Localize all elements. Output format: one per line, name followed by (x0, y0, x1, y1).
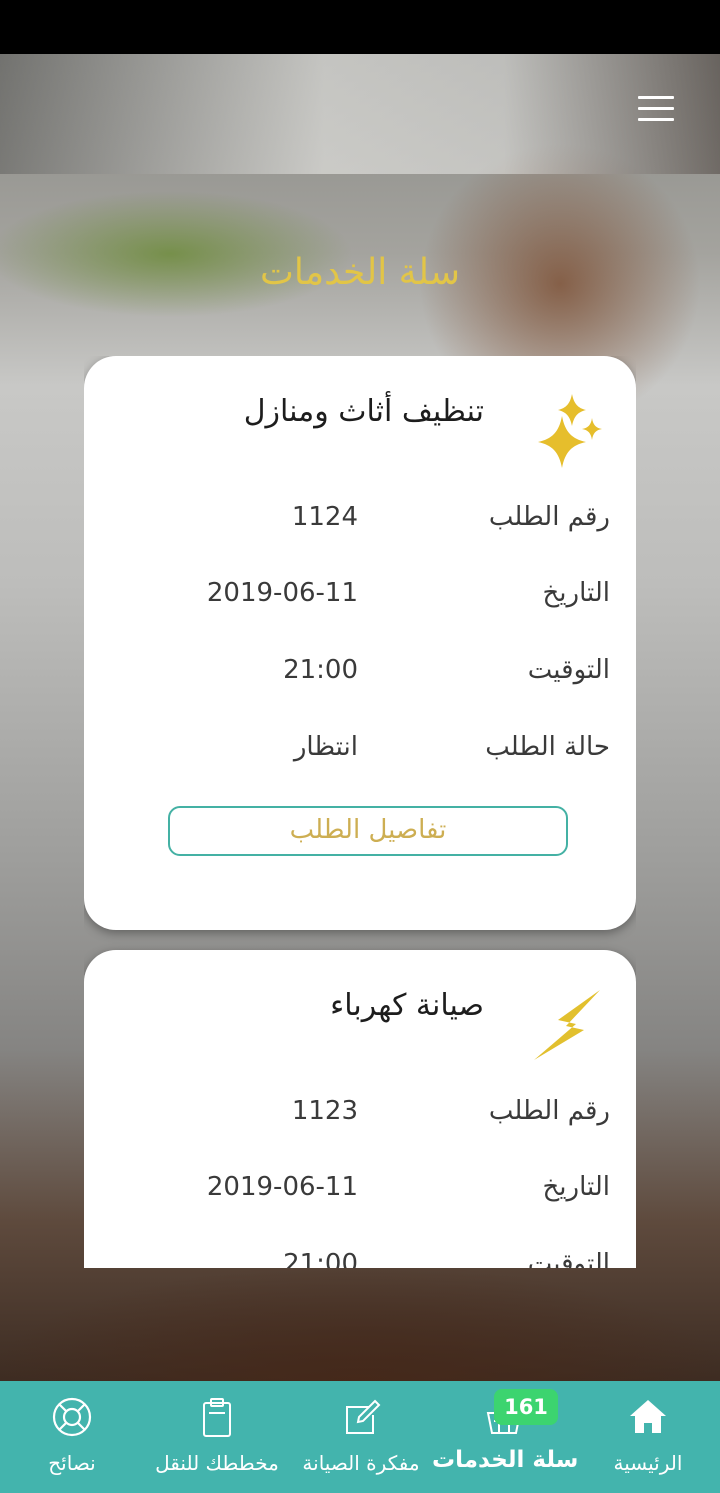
date-label: التاريخ (542, 1172, 611, 1202)
lightning-icon (534, 990, 600, 1060)
hamburger-menu-icon[interactable] (638, 96, 674, 124)
date-label: التاريخ (542, 578, 611, 608)
menu-line (638, 107, 674, 110)
time-value: 21:00 (283, 655, 358, 685)
order-card: تنظيف أثاث ومنازل رقم الطلب 1124 التاريخ… (84, 356, 636, 930)
nav-label-maintenance-notes: مفكرة الصيانة (302, 1451, 420, 1475)
date-value: 2019-06-11 (206, 578, 358, 608)
status-value: انتظار (293, 732, 358, 762)
order-number-value: 1123 (291, 1096, 358, 1126)
orders-list[interactable]: تنظيف أثاث ومنازل رقم الطلب 1124 التاريخ… (84, 356, 636, 1268)
order-title: صيانة كهرباء (330, 988, 484, 1023)
menu-line (638, 118, 674, 121)
background-wall (0, 54, 720, 174)
home-icon (630, 1400, 666, 1433)
order-card: صيانة كهرباء رقم الطلب 1123 التاريخ 2019… (84, 950, 636, 1268)
order-number-value: 1124 (291, 502, 358, 532)
menu-line (638, 96, 674, 99)
page-title: سلة الخدمات (259, 252, 461, 293)
time-value: 21:00 (283, 1249, 358, 1268)
nav-label-moving-plan: مخططك للنقل (155, 1451, 279, 1475)
status-label: حالة الطلب (485, 732, 610, 762)
nav-label-tips: نصائح (48, 1451, 96, 1475)
order-title: تنظيف أثاث ومنازل (243, 394, 484, 429)
sparkles-icon (538, 394, 602, 468)
bottom-navigation: الرئيسية 161 سلة الخدمات مفكرة الصيانة م… (0, 1381, 720, 1493)
edit-note-icon (346, 1399, 381, 1434)
nav-item-maintenance-notes[interactable]: مفكرة الصيانة (296, 1381, 426, 1493)
clipboard-icon (203, 1398, 231, 1437)
order-number-label: رقم الطلب (488, 502, 610, 532)
status-bar (0, 0, 720, 54)
time-label: التوقيت (527, 1249, 610, 1268)
order-number-label: رقم الطلب (488, 1096, 610, 1126)
order-details-button[interactable]: تفاصيل الطلب (168, 806, 568, 856)
nav-item-tips[interactable]: نصائح (18, 1381, 126, 1493)
time-label: التوقيت (527, 655, 610, 685)
date-value: 2019-06-11 (206, 1172, 358, 1202)
nav-item-service-basket[interactable]: 161 سلة الخدمات (432, 1381, 579, 1493)
lifebuoy-icon (52, 1397, 92, 1437)
cart-count-badge: 161 (494, 1389, 558, 1425)
nav-label-home: الرئيسية (613, 1451, 683, 1475)
nav-item-moving-plan[interactable]: مخططك للنقل (150, 1381, 284, 1493)
nav-label-service-basket: سلة الخدمات (432, 1447, 579, 1473)
nav-item-home[interactable]: الرئيسية (588, 1381, 708, 1493)
